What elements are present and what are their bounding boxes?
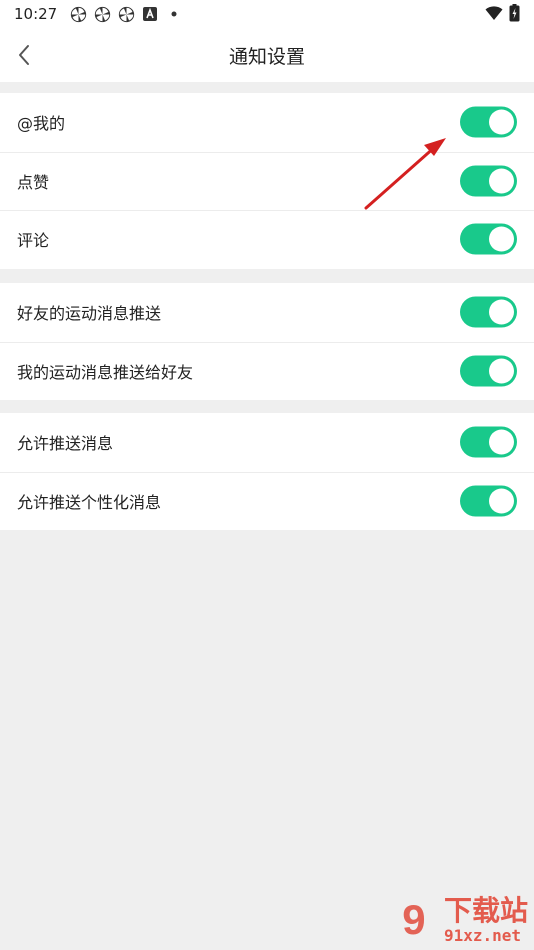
setting-label: 评论	[17, 231, 50, 251]
setting-row-allow-push: 允许推送消息	[0, 413, 534, 472]
status-time: 10:27	[14, 5, 58, 23]
chevron-left-icon	[19, 45, 29, 65]
status-bar: 10:27	[0, 0, 534, 28]
setting-row-likes: 点赞	[0, 151, 534, 211]
watermark-url: 91xz.net	[443, 925, 522, 945]
mentions-toggle[interactable]	[460, 106, 517, 138]
battery-charging-icon	[509, 4, 520, 26]
setting-label: 我的运动消息推送给好友	[17, 362, 194, 382]
setting-row-mentions: @我的	[0, 93, 534, 152]
toggle-knob	[489, 109, 514, 135]
setting-row-personalized-push: 允许推送个性化消息	[0, 471, 534, 531]
toggle-knob	[489, 226, 514, 252]
title-bar: 通知设置	[0, 28, 534, 82]
personalized-push-toggle[interactable]	[460, 485, 517, 517]
settings-group-friends: 好友的运动消息推送 我的运动消息推送给好友	[0, 283, 534, 400]
setting-label: @我的	[17, 114, 66, 134]
status-notification-icons	[69, 5, 183, 23]
toggle-knob	[489, 429, 514, 455]
toggle-knob	[489, 358, 514, 384]
setting-row-friends-activity: 好友的运动消息推送	[0, 283, 534, 342]
pinwheel-icon	[69, 5, 87, 23]
setting-row-share-activity: 我的运动消息推送给好友	[0, 341, 534, 401]
wifi-icon	[485, 5, 503, 25]
setting-label: 点赞	[17, 172, 50, 192]
a-box-icon	[141, 5, 159, 23]
watermark: 9 下载站 91xz.net	[388, 894, 528, 946]
watermark-logo: 9	[402, 896, 426, 943]
toggle-knob	[489, 488, 514, 514]
pinwheel-icon	[117, 5, 135, 23]
setting-row-comments: 评论	[0, 210, 534, 269]
setting-label: 允许推送消息	[17, 434, 114, 454]
watermark-site-name: 下载站	[443, 893, 528, 927]
setting-label: 允许推送个性化消息	[17, 492, 162, 512]
toggle-knob	[489, 299, 514, 325]
page-title: 通知设置	[228, 45, 305, 68]
allow-push-toggle[interactable]	[460, 426, 517, 458]
settings-group-push: 允许推送消息 允许推送个性化消息	[0, 413, 534, 530]
watermark-text: 下载站 91xz.net	[443, 893, 528, 945]
share-activity-toggle[interactable]	[460, 355, 517, 387]
toggle-knob	[489, 168, 514, 194]
setting-label: 好友的运动消息推送	[17, 304, 162, 324]
friends-activity-toggle[interactable]	[460, 296, 517, 328]
likes-toggle[interactable]	[460, 165, 517, 197]
back-button[interactable]	[10, 41, 38, 69]
pinwheel-icon	[93, 5, 111, 23]
comments-toggle[interactable]	[460, 223, 517, 255]
settings-group-interactions: @我的 点赞 评论	[0, 93, 534, 269]
status-system-icons	[485, 4, 520, 26]
dot-icon	[165, 5, 183, 23]
